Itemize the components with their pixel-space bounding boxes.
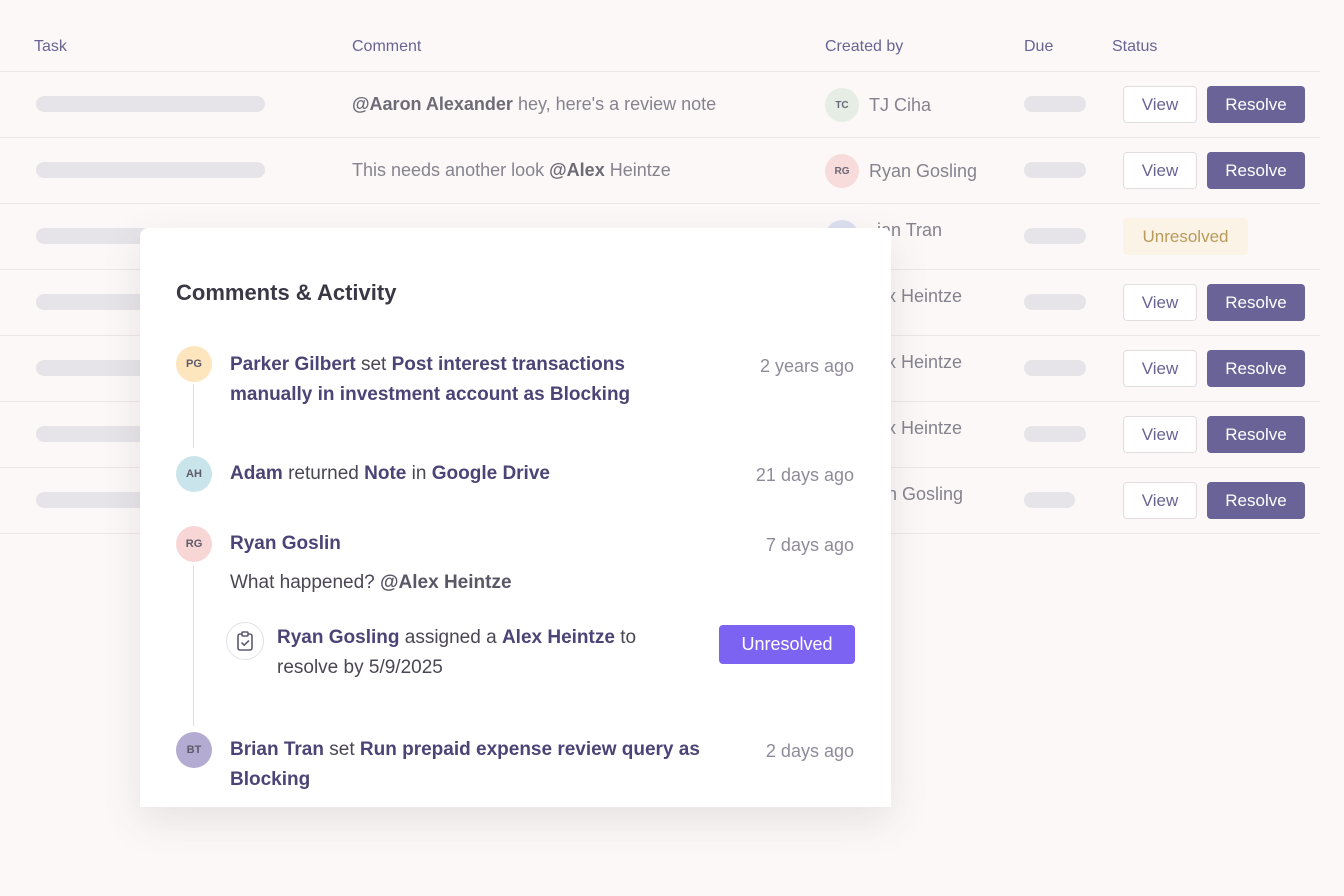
activity-verb: returned [282,463,365,484]
due-placeholder [1024,228,1086,244]
comment-message: What happened? @Alex Heintze [230,572,512,593]
view-button[interactable]: View [1123,350,1197,387]
resolve-button[interactable]: Resolve [1207,416,1305,453]
comment-mention[interactable]: @Alex Heintze [380,572,512,593]
clipboard-check-icon [226,622,264,660]
resolve-button[interactable]: Resolve [1207,482,1305,519]
comment-text: Heintze [604,160,671,180]
comment-cell: This needs another look @Alex Heintze [352,160,671,181]
activity-text: Parker Gilbert set Post interest transac… [230,350,710,410]
activity-preposition: in [406,463,432,484]
comment-text: hey, here's a review note [512,94,717,114]
assignment-assignee[interactable]: Alex Heintze [502,627,615,648]
comment-cell: @Aaron Alexander hey, here's a review no… [352,94,716,115]
status-badge: Unresolved [1123,218,1248,255]
column-header-status[interactable]: Status [1112,38,1157,56]
unresolved-status-button[interactable]: Unresolved [719,625,855,664]
comment-mention[interactable]: @Alex [549,160,605,180]
avatar: RG [176,526,212,562]
table-header: Task Comment Created by Due Status [0,0,1320,72]
activity-target-link[interactable]: Google Drive [432,463,550,484]
timeline-connector [193,384,194,448]
resolve-button[interactable]: Resolve [1207,284,1305,321]
activity-actor[interactable]: Adam [230,463,283,484]
due-placeholder [1024,360,1086,376]
activity-text: Adam returned Note in Google Drive [230,459,710,489]
table-row[interactable]: @Aaron Alexander hey, here's a review no… [0,72,1320,138]
creator-name: TJ Ciha [869,94,932,115]
comments-activity-panel: Comments & Activity PG Parker Gilbert se… [140,228,891,807]
view-button[interactable]: View [1123,482,1197,519]
assignment-actor[interactable]: Ryan Gosling [277,627,399,648]
comment-mention[interactable]: @Aaron Alexander [352,94,513,114]
avatar: RG [825,154,859,188]
activity-actor[interactable]: Parker Gilbert [230,354,356,375]
activity-actor[interactable]: Ryan Goslin [230,533,341,554]
activity-verb: set [323,739,360,760]
task-placeholder [36,162,265,178]
panel-title: Comments & Activity [176,280,397,305]
task-placeholder [36,96,265,112]
due-placeholder [1024,294,1086,310]
view-button[interactable]: View [1123,416,1197,453]
resolve-button[interactable]: Resolve [1207,152,1305,189]
view-button[interactable]: View [1123,86,1197,123]
due-placeholder [1024,426,1086,442]
resolve-button[interactable]: Resolve [1207,350,1305,387]
column-header-comment[interactable]: Comment [352,38,421,56]
activity-text: Brian Tran set Run prepaid expense revie… [230,735,710,795]
column-header-created-by[interactable]: Created by [825,38,903,56]
creator-cell: RG Ryan Gosling [825,154,977,188]
due-placeholder [1024,96,1086,112]
avatar: BT [176,732,212,768]
creator-cell: TC TJ Ciha [825,88,931,122]
activity-timestamp: 2 years ago [759,356,854,376]
table-row[interactable]: This needs another look @Alex Heintze RG… [0,138,1320,204]
avatar: PG [176,346,212,382]
activity-actor[interactable]: Brian Tran [230,739,324,760]
due-placeholder [1024,162,1086,178]
resolve-button[interactable]: Resolve [1207,86,1305,123]
view-button[interactable]: View [1123,284,1197,321]
activity-timestamp: 7 days ago [765,535,854,555]
view-button[interactable]: View [1123,152,1197,189]
due-placeholder [1024,492,1075,508]
creator-name: Ryan Gosling [869,160,978,181]
avatar: TC [825,88,859,122]
column-header-due[interactable]: Due [1024,38,1053,56]
activity-object-link[interactable]: Note [364,463,406,484]
activity-verb: set [355,354,392,375]
activity-text: Ryan Goslin [230,529,710,559]
assignment-text: Ryan Gosling assigned a Alex Heintze to … [277,627,637,678]
activity-item: RG Ryan Goslin 7 days ago What happened?… [176,526,856,696]
column-header-task[interactable]: Task [34,38,67,56]
comment-text: This needs another look [352,160,550,180]
avatar: AH [176,456,212,492]
activity-timestamp: 21 days ago [755,465,854,485]
activity-timestamp: 2 days ago [765,741,854,761]
